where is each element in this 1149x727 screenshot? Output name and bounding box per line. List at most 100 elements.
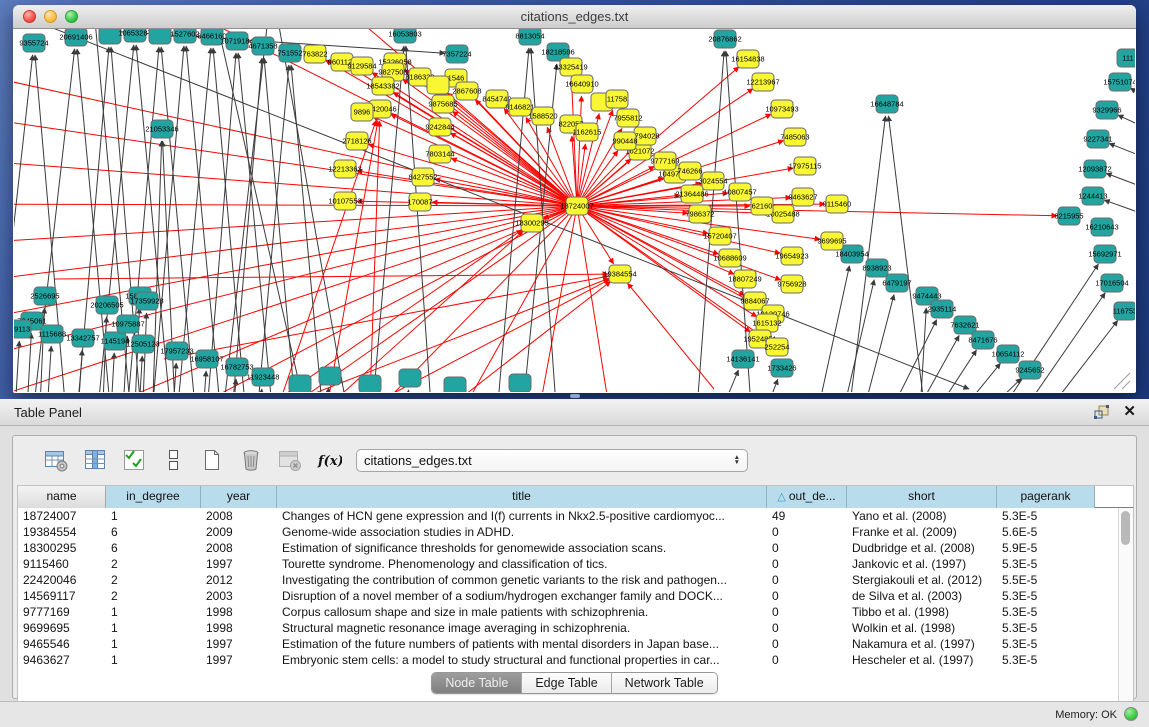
network-node[interactable]	[509, 374, 531, 392]
cell-name[interactable]: 18724007	[18, 508, 106, 524]
cell-in_degree[interactable]: 2	[106, 572, 201, 588]
network-node[interactable]: 2935114	[928, 300, 957, 318]
new-document-icon[interactable]	[199, 447, 225, 473]
panel-splitter-handle[interactable]	[570, 394, 580, 398]
cell-in_degree[interactable]: 1	[106, 636, 201, 652]
float-panel-icon[interactable]	[1093, 404, 1111, 420]
column-header-title[interactable]: title	[277, 486, 767, 508]
cell-title[interactable]: Corpus callosum shape and size in male p…	[277, 604, 767, 620]
cell-title[interactable]: Changes of HCN gene expression and I(f) …	[277, 508, 767, 524]
cell-short[interactable]: Nakamura et al. (1997)	[847, 636, 997, 652]
row-select-icon[interactable]	[121, 447, 147, 473]
cell-name[interactable]: 9463627	[18, 652, 106, 668]
cell-pagerank[interactable]: 5.3E-5	[997, 652, 1095, 668]
cell-out_degree[interactable]: 0	[767, 524, 847, 540]
cell-pagerank[interactable]: 5.9E-5	[997, 540, 1095, 556]
cell-in_degree[interactable]: 1	[106, 652, 201, 668]
network-node[interactable]: 15692971	[1088, 245, 1121, 263]
network-node[interactable]: 9896	[351, 103, 373, 121]
network-node[interactable]: 7803144	[425, 145, 454, 163]
network-canvas[interactable]: 9355724206914061065328715276026466160107…	[14, 29, 1135, 392]
network-node[interactable]: 170087	[407, 193, 432, 211]
table-row[interactable]: 1830029562008Estimation of significance …	[18, 540, 1133, 556]
column-header-short[interactable]: short	[847, 486, 997, 508]
network-node[interactable]: 7986372	[685, 205, 714, 223]
cell-out_degree[interactable]: 49	[767, 508, 847, 524]
cell-in_degree[interactable]: 6	[106, 540, 201, 556]
cell-pagerank[interactable]: 5.3E-5	[997, 508, 1095, 524]
tab-edge-table[interactable]: Edge Table	[522, 673, 611, 693]
table-row[interactable]: 977716911998Corpus callosum shape and si…	[18, 604, 1133, 620]
network-node[interactable]: 12093872	[1078, 160, 1111, 178]
network-node[interactable]: 116753	[1113, 302, 1135, 320]
network-node[interactable]: 21053346	[145, 120, 178, 138]
network-node[interactable]: 16053803	[388, 29, 421, 43]
network-node[interactable]: 9777169	[650, 152, 679, 170]
network-node[interactable]: 9329966	[1092, 101, 1121, 119]
column-header-year[interactable]: year	[201, 486, 277, 508]
cell-short[interactable]: Tibbo et al. (1998)	[847, 604, 997, 620]
minimize-window-button[interactable]	[44, 10, 57, 23]
network-node[interactable]: 9129584	[347, 57, 376, 75]
cell-pagerank[interactable]: 5.3E-5	[997, 556, 1095, 572]
cell-short[interactable]: Stergiakouli et al. (2012)	[847, 572, 997, 588]
cell-out_degree[interactable]: 0	[767, 556, 847, 572]
tab-node-table[interactable]: Node Table	[432, 673, 522, 693]
cell-name[interactable]: 9699695	[18, 620, 106, 636]
network-node[interactable]: 1615132	[752, 314, 781, 332]
table-row[interactable]: 946554611997Estimation of the future num…	[18, 636, 1133, 652]
cell-out_degree[interactable]: 0	[767, 636, 847, 652]
network-node[interactable]: 13342757	[66, 329, 99, 347]
cell-year[interactable]: 2008	[201, 508, 277, 524]
network-graph[interactable]: 9355724206914061065328715276026466160107…	[14, 29, 1135, 392]
network-node[interactable]: 16640910	[565, 75, 598, 93]
cell-year[interactable]: 1997	[201, 636, 277, 652]
network-node[interactable]: 763822	[302, 45, 327, 63]
cell-year[interactable]: 2008	[201, 540, 277, 556]
network-node[interactable]: 9355724	[19, 34, 48, 52]
network-node[interactable]: 10654112	[992, 345, 1025, 363]
cell-in_degree[interactable]: 2	[106, 556, 201, 572]
network-node[interactable]: 7955812	[613, 109, 642, 127]
network-node[interactable]: 2867608	[452, 82, 481, 100]
network-node[interactable]: 7357224	[442, 45, 471, 63]
network-node[interactable]: 1145194	[101, 332, 130, 350]
table-row[interactable]: 946362711997Embryonic stem cells: a mode…	[18, 652, 1133, 668]
network-node[interactable]: 1162615	[573, 123, 602, 141]
window-titlebar[interactable]: citations_edges.txt	[13, 5, 1136, 29]
network-node[interactable]: 16648784	[870, 95, 903, 113]
network-node[interactable]: 8471676	[968, 331, 997, 349]
cell-pagerank[interactable]: 5.3E-5	[997, 620, 1095, 636]
tab-network-table[interactable]: Network Table	[612, 673, 717, 693]
cell-title[interactable]: Structural magnetic resonance image aver…	[277, 620, 767, 636]
delete-table-icon[interactable]	[277, 447, 303, 473]
cell-pagerank[interactable]: 5.3E-5	[997, 636, 1095, 652]
cell-short[interactable]: de Silva et al. (2003)	[847, 588, 997, 604]
network-node[interactable]: 18807249	[728, 270, 761, 288]
network-node[interactable]: 9242844	[425, 118, 454, 136]
cell-in_degree[interactable]: 1	[106, 620, 201, 636]
cell-out_degree[interactable]: 0	[767, 588, 847, 604]
network-node[interactable]: 1527602	[170, 29, 199, 43]
cell-out_degree[interactable]: 0	[767, 540, 847, 556]
network-node[interactable]: 6479197	[882, 274, 911, 292]
cell-title[interactable]: Disruption of a novel member of a sodium…	[277, 588, 767, 604]
cell-short[interactable]: Yano et al. (2008)	[847, 508, 997, 524]
column-header-pagerank[interactable]: pagerank	[997, 486, 1095, 508]
cell-out_degree[interactable]: 0	[767, 620, 847, 636]
cell-title[interactable]: Embryonic stem cells: a model to study s…	[277, 652, 767, 668]
network-node[interactable]: 9463627	[788, 188, 817, 206]
network-node[interactable]: 16210643	[1085, 218, 1118, 236]
rows-icon[interactable]	[160, 447, 186, 473]
network-node[interactable]: 9756928	[777, 275, 806, 293]
network-node[interactable]: 15751074	[1103, 73, 1135, 91]
cell-name[interactable]: 18300295	[18, 540, 106, 556]
network-node[interactable]: 11758	[606, 90, 628, 108]
cell-pagerank[interactable]: 5.3E-5	[997, 604, 1095, 620]
column-header-name[interactable]: name	[18, 486, 106, 508]
cell-in_degree[interactable]: 2	[106, 588, 201, 604]
network-node[interactable]: 1588520	[528, 107, 557, 125]
network-node[interactable]	[319, 367, 341, 385]
cell-year[interactable]: 2003	[201, 588, 277, 604]
network-node[interactable]: 111	[1117, 49, 1135, 67]
